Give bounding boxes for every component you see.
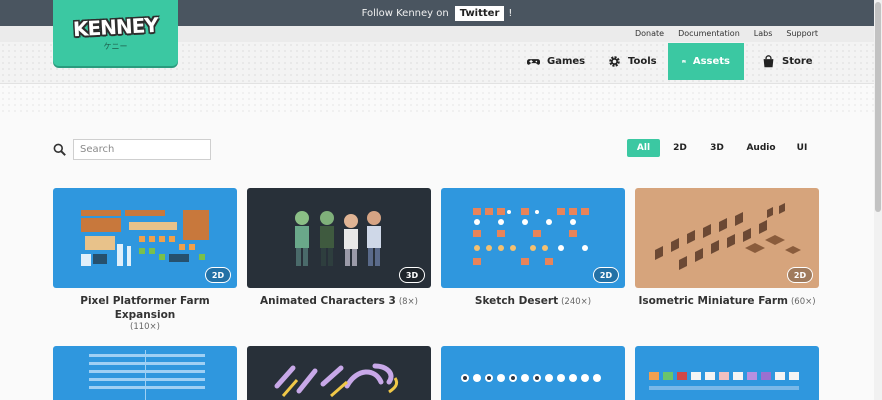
asset-count: (110×) (130, 322, 160, 332)
asset-title-text: Animated Characters 3 (260, 295, 396, 307)
asset-title[interactable]: Sketch Desert (240×) (441, 294, 625, 309)
nav-games[interactable]: Games (527, 43, 585, 80)
support-link[interactable]: Support (786, 29, 818, 38)
type-badge: 3D (399, 267, 425, 283)
filter-3d[interactable]: 3D (703, 139, 731, 157)
donate-link[interactable]: Donate (635, 29, 664, 38)
image-icon (682, 60, 686, 63)
asset-card-sketch-desert[interactable]: 2D (441, 188, 625, 288)
nav-label: Assets (692, 56, 730, 67)
labs-link[interactable]: Labs (754, 29, 773, 38)
asset-title[interactable]: Isometric Miniature Farm (60×) (635, 294, 819, 309)
asset-count: (240×) (561, 297, 592, 307)
asset-card-row2-3[interactable] (441, 346, 625, 400)
banner-suffix: ! (508, 7, 513, 19)
asset-thumbnail (89, 350, 205, 400)
filter-ui[interactable]: UI (790, 139, 814, 157)
asset-count: (8×) (398, 297, 418, 307)
kenney-logo[interactable]: KENNEY ケニー (53, 0, 178, 66)
scrollbar-thumb[interactable] (875, 2, 881, 212)
asset-card-row2-4[interactable] (635, 346, 819, 400)
asset-card-row2-2[interactable] (247, 346, 431, 400)
asset-thumbnail (461, 374, 601, 382)
twitter-button[interactable]: Twitter (454, 5, 505, 21)
asset-title-text: Sketch Desert (474, 295, 559, 307)
nav-assets[interactable]: Assets (668, 43, 744, 80)
filter-audio[interactable]: Audio (741, 139, 781, 157)
asset-thumbnail (274, 363, 399, 398)
documentation-link[interactable]: Documentation (678, 29, 740, 38)
logo-kana: ケニー (103, 41, 128, 51)
nav-label: Store (782, 56, 813, 67)
asset-card-isometric-miniature-farm[interactable]: 2D (635, 188, 819, 288)
type-badge: 2D (593, 267, 619, 283)
nav-store[interactable]: Store (762, 43, 813, 80)
logo-word: KENNEY (72, 12, 159, 41)
asset-thumbnail (649, 372, 799, 390)
bag-icon (763, 55, 774, 68)
gear-icon (609, 56, 620, 67)
dotted-background (0, 84, 874, 114)
filter-all[interactable]: All (627, 139, 660, 157)
type-badge: 2D (787, 267, 813, 283)
banner-text: Follow Kenney on (361, 7, 449, 19)
asset-title-text: Pixel Platformer Farm Expansion (80, 295, 210, 321)
nav-label: Games (547, 56, 586, 67)
asset-card-row2-1[interactable] (53, 346, 237, 400)
search-input[interactable] (73, 139, 211, 160)
asset-title[interactable]: Pixel Platformer Farm Expansion (110×) (53, 294, 237, 332)
nav-tools[interactable]: Tools (608, 43, 657, 80)
asset-title-text: Isometric Miniature Farm (638, 295, 788, 307)
filter-2d[interactable]: 2D (666, 139, 694, 157)
gamepad-icon (527, 59, 540, 65)
asset-title[interactable]: Animated Characters 3 (8×) (247, 294, 431, 309)
asset-card-pixel-platformer-farm[interactable]: 2D (53, 188, 237, 288)
nav-label: Tools (628, 56, 657, 67)
asset-card-animated-characters-3[interactable]: 3D (247, 188, 431, 288)
type-badge: 2D (205, 267, 231, 283)
search-icon (53, 143, 66, 156)
page-scrollbar[interactable] (874, 0, 882, 400)
asset-count: (60×) (790, 297, 816, 307)
